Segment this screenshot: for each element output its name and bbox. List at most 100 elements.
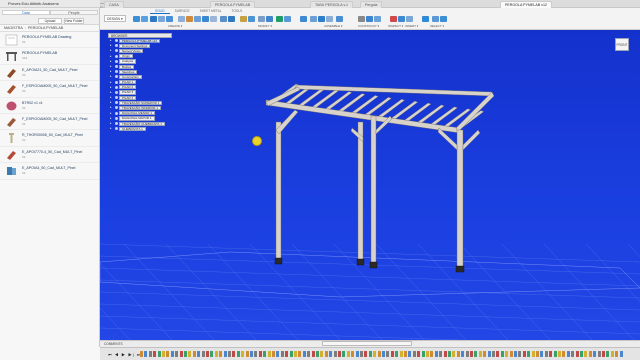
timeline-feature-icon[interactable]: [448, 351, 451, 357]
tool-icon[interactable]: [300, 16, 307, 22]
timeline-feature-icon[interactable]: [188, 351, 192, 357]
timeline-feature-icon[interactable]: [610, 351, 614, 357]
timeline-feature-icon[interactable]: [311, 351, 315, 357]
timeline-feature-icon[interactable]: [456, 351, 460, 357]
tab-data[interactable]: Data: [2, 10, 50, 15]
timeline-feature-icon[interactable]: [478, 351, 482, 357]
timeline-feature-icon[interactable]: [355, 351, 359, 357]
timeline-feature-icon[interactable]: [606, 351, 610, 357]
timeline-feature-icon[interactable]: [298, 351, 302, 357]
timeline-feature-icon[interactable]: [615, 351, 619, 357]
visibility-eye-icon[interactable]: [115, 54, 118, 58]
tool-icon[interactable]: [440, 16, 447, 22]
tool-icon[interactable]: [406, 16, 413, 22]
timeline-feature-icon[interactable]: [302, 351, 306, 357]
timeline-feature-icon[interactable]: [232, 351, 236, 357]
file-list-item[interactable]: BTR02 v1 v1 V1: [0, 98, 99, 114]
timeline-feature-icon[interactable]: [536, 351, 539, 357]
timeline-feature-icon[interactable]: [426, 351, 429, 357]
timeline-feature-icon[interactable]: [439, 351, 443, 357]
timeline-feature-icon[interactable]: [201, 351, 205, 357]
tool-icon[interactable]: [141, 16, 148, 22]
tool-icon[interactable]: [228, 16, 235, 22]
timeline-feature-icon[interactable]: [307, 351, 311, 357]
timeline-feature-icon[interactable]: [157, 351, 161, 357]
timeline-feature-icon[interactable]: [320, 351, 324, 357]
file-list-item[interactable]: E_APOIA4_50_Cad_MULT_Pinei V1: [0, 163, 99, 180]
timeline-feature-icon[interactable]: [148, 351, 152, 357]
timeline-feature-icon[interactable]: [470, 351, 473, 357]
timeline-feature-icon[interactable]: [553, 351, 557, 357]
timeline-feature-icon[interactable]: [267, 351, 271, 357]
timeline-feature-icon[interactable]: [377, 351, 381, 357]
timeline-feature-icon[interactable]: [219, 351, 223, 357]
timeline-feature-icon[interactable]: [342, 351, 346, 357]
timeline-feature-icon[interactable]: [364, 351, 368, 357]
timeline-feature-icon[interactable]: [404, 351, 407, 357]
timeline-feature-icon[interactable]: [540, 351, 544, 357]
breadcrumb-item[interactable]: MAGISTRA: [4, 26, 23, 30]
tool-icon[interactable]: [248, 16, 255, 22]
document-tab[interactable]: PERGOLA PYMELAB v12: [500, 1, 552, 8]
timeline-feature-icon[interactable]: [236, 351, 240, 357]
timeline-feature-icon[interactable]: [162, 351, 165, 357]
toolbar-group-label[interactable]: CREATE ▾: [168, 24, 182, 28]
timeline-feature-icon[interactable]: [421, 351, 425, 357]
tool-icon[interactable]: [310, 16, 317, 22]
timeline-feature-icon[interactable]: [316, 351, 319, 357]
timeline-feature-icon[interactable]: [434, 351, 438, 357]
timeline-feature-icon[interactable]: [571, 351, 575, 357]
timeline-feature-icon[interactable]: [527, 351, 531, 357]
timeline-feature-icon[interactable]: [373, 351, 377, 357]
visibility-eye-icon[interactable]: [115, 122, 118, 125]
timeline-feature-icon[interactable]: [474, 351, 478, 357]
file-list-item[interactable]: F_ESPIGOAM005_50_Cad_MULT_Pinei V1: [0, 81, 99, 98]
tool-icon[interactable]: [374, 16, 381, 22]
timeline-feature-icon[interactable]: [443, 351, 447, 357]
tool-icon[interactable]: [326, 16, 333, 22]
timeline-feature-icon[interactable]: [452, 351, 456, 357]
visibility-eye-icon[interactable]: [115, 44, 118, 48]
timeline-feature-icon[interactable]: [289, 351, 293, 357]
visibility-eye-icon[interactable]: [115, 64, 118, 68]
timeline-feature-icon[interactable]: [241, 351, 245, 357]
toolbar-group-label[interactable]: CONSTRUCT ▾: [358, 24, 379, 28]
3d-viewport[interactable]: BROWSER ▸ PERGOLA PYMELAB v12 ▸ Document Se…: [100, 30, 640, 340]
timeline-feature-icon[interactable]: [505, 351, 509, 357]
timeline-feature-icon[interactable]: [360, 351, 363, 357]
timeline-feature-icon[interactable]: [492, 351, 495, 357]
timeline-feature-icon[interactable]: [531, 351, 535, 357]
visibility-eye-icon[interactable]: [115, 106, 118, 110]
toolbar-group-label[interactable]: INSERT ▾: [405, 24, 418, 28]
timeline-feature-icon[interactable]: [390, 351, 394, 357]
file-list-item[interactable]: E_APOIA21_50_Cad_MULT_Pinei V1: [0, 65, 99, 82]
workspace-tab[interactable]: SOLID: [150, 9, 170, 14]
timeline-feature-icon[interactable]: [588, 351, 592, 357]
visibility-eye-icon[interactable]: [115, 39, 118, 42]
timeline-feature-icon[interactable]: [465, 351, 469, 357]
timeline-feature-icon[interactable]: [338, 351, 341, 357]
tool-icon[interactable]: [202, 16, 209, 22]
tool-icon[interactable]: [186, 16, 193, 22]
document-tab[interactable]: PERGOLA PYMELAB: [210, 1, 256, 8]
timeline-feature-icon[interactable]: [408, 351, 412, 357]
toolbar-group-label[interactable]: INSPECT ▾: [388, 24, 403, 28]
tool-icon[interactable]: [158, 16, 165, 22]
timeline-feature-icon[interactable]: [294, 351, 297, 357]
visibility-eye-icon[interactable]: [115, 96, 118, 100]
timeline-feature-icon[interactable]: [562, 351, 566, 357]
timeline-feature-icon[interactable]: [280, 351, 284, 357]
file-list-item[interactable]: R_THOR00006_50_Cad_MULT_Pinei V1: [0, 130, 99, 147]
timeline-feature-icon[interactable]: [329, 351, 333, 357]
timeline-feature-icon[interactable]: [593, 351, 597, 357]
timeline-feature-icon[interactable]: [602, 351, 605, 357]
timeline-feature-icon[interactable]: [285, 351, 289, 357]
timeline-feature-icon[interactable]: [412, 351, 416, 357]
timeline-feature-icon[interactable]: [175, 351, 179, 357]
toolbar-group-label[interactable]: ASSEMBLE ▾: [324, 24, 343, 28]
timeline-feature-icon[interactable]: [206, 351, 209, 357]
timeline-feature-icon[interactable]: [144, 351, 148, 357]
timeline-feature-icon[interactable]: [272, 351, 275, 357]
visibility-eye-icon[interactable]: [115, 101, 118, 105]
tool-icon[interactable]: [390, 16, 397, 22]
